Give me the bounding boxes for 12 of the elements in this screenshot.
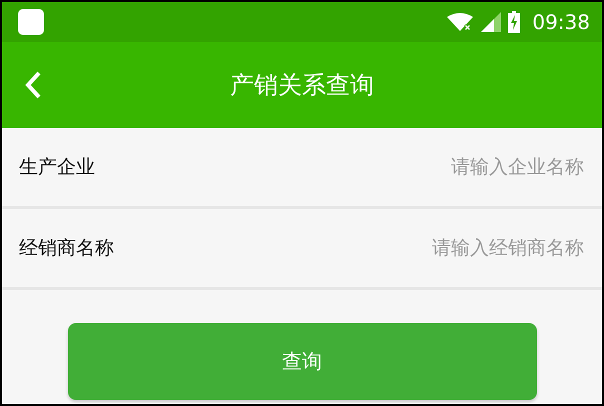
status-time: 09:38 <box>532 10 590 34</box>
back-icon[interactable] <box>24 70 42 100</box>
page-title: 产销关系查询 <box>230 70 374 101</box>
battery-charging-icon <box>508 11 520 33</box>
field-label: 生产企业 <box>19 155 95 180</box>
signal-icon <box>480 11 502 33</box>
field-label: 经销商名称 <box>19 236 114 261</box>
input-field[interactable]: 请输入企业名称 <box>95 155 586 179</box>
input-field[interactable]: 请输入经销商名称 <box>114 236 586 260</box>
search-button[interactable]: 查询 <box>68 323 536 400</box>
wifi-off-icon <box>446 12 474 32</box>
notification-icon <box>18 9 44 35</box>
